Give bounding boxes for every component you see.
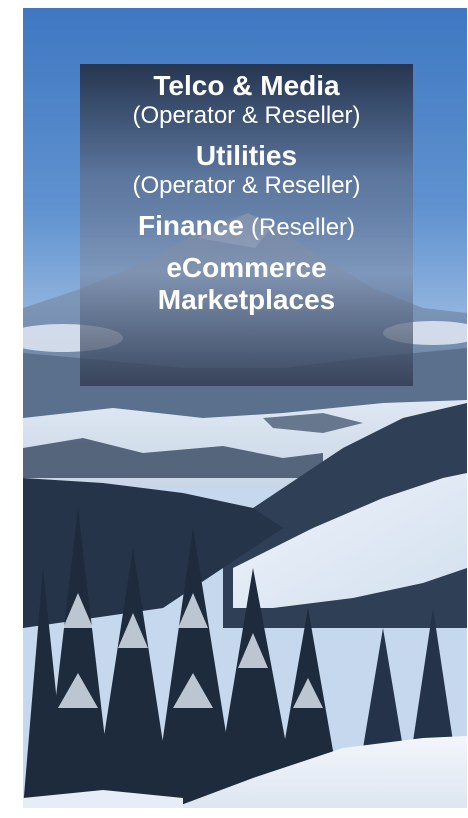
section-title-finance: Finance bbox=[137, 210, 244, 241]
section-subtitle-finance: (Reseller) bbox=[251, 214, 356, 241]
section-subtitle-telco-media: (Operator & Reseller) bbox=[132, 102, 361, 129]
section-subtitle-utilities: (Operator & Reseller) bbox=[132, 172, 361, 199]
section-title-ecommerce-line2: Marketplaces bbox=[157, 284, 336, 315]
industries-overlay-box: Telco & Media (Operator & Reseller) Util… bbox=[80, 64, 413, 386]
finance-row: Finance (Reseller) bbox=[80, 210, 413, 242]
section-title-utilities: Utilities bbox=[195, 140, 298, 171]
section-title-ecommerce-line1: eCommerce bbox=[166, 252, 327, 283]
section-title-telco-media: Telco & Media bbox=[153, 70, 340, 101]
